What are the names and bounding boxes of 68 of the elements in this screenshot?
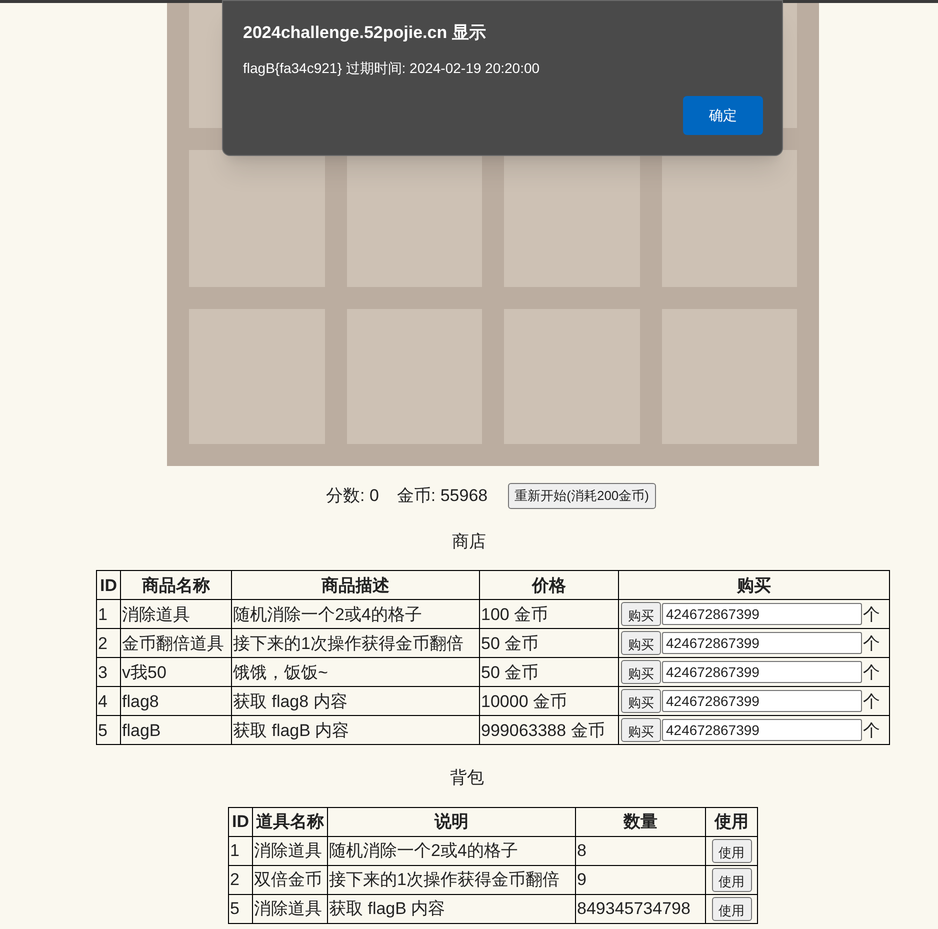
table-cell: v我50 <box>120 658 232 686</box>
quantity-field[interactable]: 424672867399 <box>662 690 862 712</box>
table-cell: 999063388 金币 <box>480 716 618 744</box>
table-cell: 50 金币 <box>480 658 618 686</box>
table-cell: 获取 flag8 内容 <box>232 686 480 716</box>
unit-label: 个 <box>863 690 880 712</box>
score-text: 分数: 0 <box>326 485 379 507</box>
column-header: 购买 <box>618 570 890 600</box>
section-title: 商店 <box>452 530 486 552</box>
restart-button[interactable]: 重新开始(消耗200金币) <box>508 483 656 508</box>
table-cell: 8 <box>576 836 706 865</box>
quantity-field[interactable]: 424672867399 <box>662 661 862 683</box>
section-title: 背包 <box>450 767 484 789</box>
unit-label: 个 <box>863 662 880 684</box>
table-cell: 9 <box>576 865 706 894</box>
table-cell: 2 <box>96 628 120 658</box>
table-cell: 获取 flagB 内容 <box>232 716 480 744</box>
table-cell: 849345734798 <box>576 894 706 923</box>
use-button[interactable]: 使用 <box>712 868 752 892</box>
table-cell: 消除道具 <box>252 894 328 923</box>
table-cell: 3 <box>96 658 120 686</box>
dialog-title: 2024challenge.52pojie.cn 显示 <box>243 22 486 44</box>
column-header: 商品名称 <box>120 570 232 600</box>
buy-button[interactable]: 购买 <box>621 602 661 626</box>
table-cell: 50 金币 <box>480 628 618 658</box>
use-button[interactable]: 使用 <box>712 897 752 922</box>
column-header: 数量 <box>576 807 706 836</box>
table-cell: 随机消除一个2或4的格子 <box>328 836 576 865</box>
table-cell: 接下来的1次操作获得金币翻倍 <box>232 628 480 658</box>
table-cell: 5 <box>228 894 252 923</box>
table-cell: flag8 <box>120 686 232 716</box>
column-header: ID <box>96 570 120 600</box>
buy-button[interactable]: 购买 <box>621 718 661 742</box>
table-cell: 10000 金币 <box>480 686 618 716</box>
table-cell: 消除道具 <box>120 600 232 628</box>
column-header: 商品描述 <box>232 570 480 600</box>
table-cell: 双倍金币 <box>252 865 328 894</box>
column-header: 说明 <box>328 807 576 836</box>
table-cell: 接下来的1次操作获得金币翻倍 <box>328 865 576 894</box>
quantity-field[interactable]: 424672867399 <box>662 719 862 741</box>
table-cell: flagB <box>120 716 232 744</box>
table-cell: 4 <box>96 686 120 716</box>
quantity-field[interactable]: 424672867399 <box>662 603 862 625</box>
table-cell: 1 <box>228 836 252 865</box>
dialog-message: flagB{fa34c921} 过期时间: 2024-02-19 20:20:00 <box>243 59 540 78</box>
use-button[interactable]: 使用 <box>712 839 752 864</box>
table-cell: 获取 flagB 内容 <box>328 894 576 923</box>
table-cell: 金币翻倍道具 <box>120 628 232 658</box>
table-cell: 5 <box>96 716 120 744</box>
coins-text: 金币: 55968 <box>396 485 488 507</box>
buy-button[interactable]: 购买 <box>621 689 661 713</box>
column-header: 道具名称 <box>252 807 328 836</box>
buy-button[interactable]: 购买 <box>621 660 661 684</box>
table-cell: 随机消除一个2或4的格子 <box>232 600 480 628</box>
unit-label: 个 <box>863 632 880 654</box>
ok-button[interactable]: 确定 <box>683 96 763 135</box>
unit-label: 个 <box>863 604 880 626</box>
column-header: 价格 <box>480 570 618 600</box>
column-header: 使用 <box>706 807 758 836</box>
quantity-field[interactable]: 424672867399 <box>662 632 862 654</box>
table-cell: 100 金币 <box>480 600 618 628</box>
table-cell: 消除道具 <box>252 836 328 865</box>
table-cell: 2 <box>228 865 252 894</box>
column-header: ID <box>228 807 252 836</box>
table-cell: 1 <box>96 600 120 628</box>
unit-label: 个 <box>863 720 880 742</box>
buy-button[interactable]: 购买 <box>621 631 661 655</box>
table-cell: 饿饿，饭饭~ <box>232 658 480 686</box>
